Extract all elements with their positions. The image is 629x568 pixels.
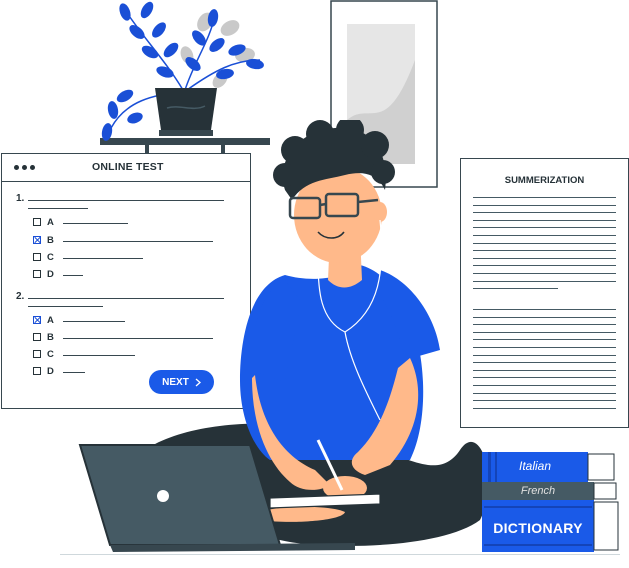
checkbox[interactable] — [33, 270, 41, 278]
option-letter: A — [47, 217, 54, 228]
option-letter: D — [47, 366, 54, 377]
laptop — [78, 444, 355, 552]
book-stack: Italian French DICTIONARY — [480, 452, 620, 554]
checked-checkbox-icon[interactable] — [33, 236, 41, 244]
checkbox[interactable] — [33, 333, 41, 341]
illustration-scene: SUMMERIZATION ONLINE TEST 1. A B C D 2. … — [0, 0, 629, 568]
option-letter: D — [47, 269, 54, 280]
book-italian: Italian — [518, 459, 552, 473]
checkbox[interactable] — [33, 367, 41, 375]
option-letter: A — [47, 315, 54, 326]
floor-line — [60, 554, 620, 555]
book-dictionary: DICTIONARY — [493, 520, 583, 536]
window-controls-icon[interactable] — [14, 165, 35, 170]
question-1-text-line — [28, 208, 88, 209]
checkbox[interactable] — [33, 253, 41, 261]
option-letter: C — [47, 349, 54, 360]
option-letter: B — [47, 332, 54, 343]
question-1-number: 1. — [16, 193, 25, 204]
checkbox[interactable] — [33, 350, 41, 358]
option-letter: C — [47, 252, 54, 263]
option-letter: B — [47, 235, 54, 246]
book-french: French — [520, 485, 556, 497]
question-2-number: 2. — [16, 291, 25, 302]
checkbox[interactable] — [33, 218, 41, 226]
checked-checkbox-icon[interactable] — [33, 316, 41, 324]
